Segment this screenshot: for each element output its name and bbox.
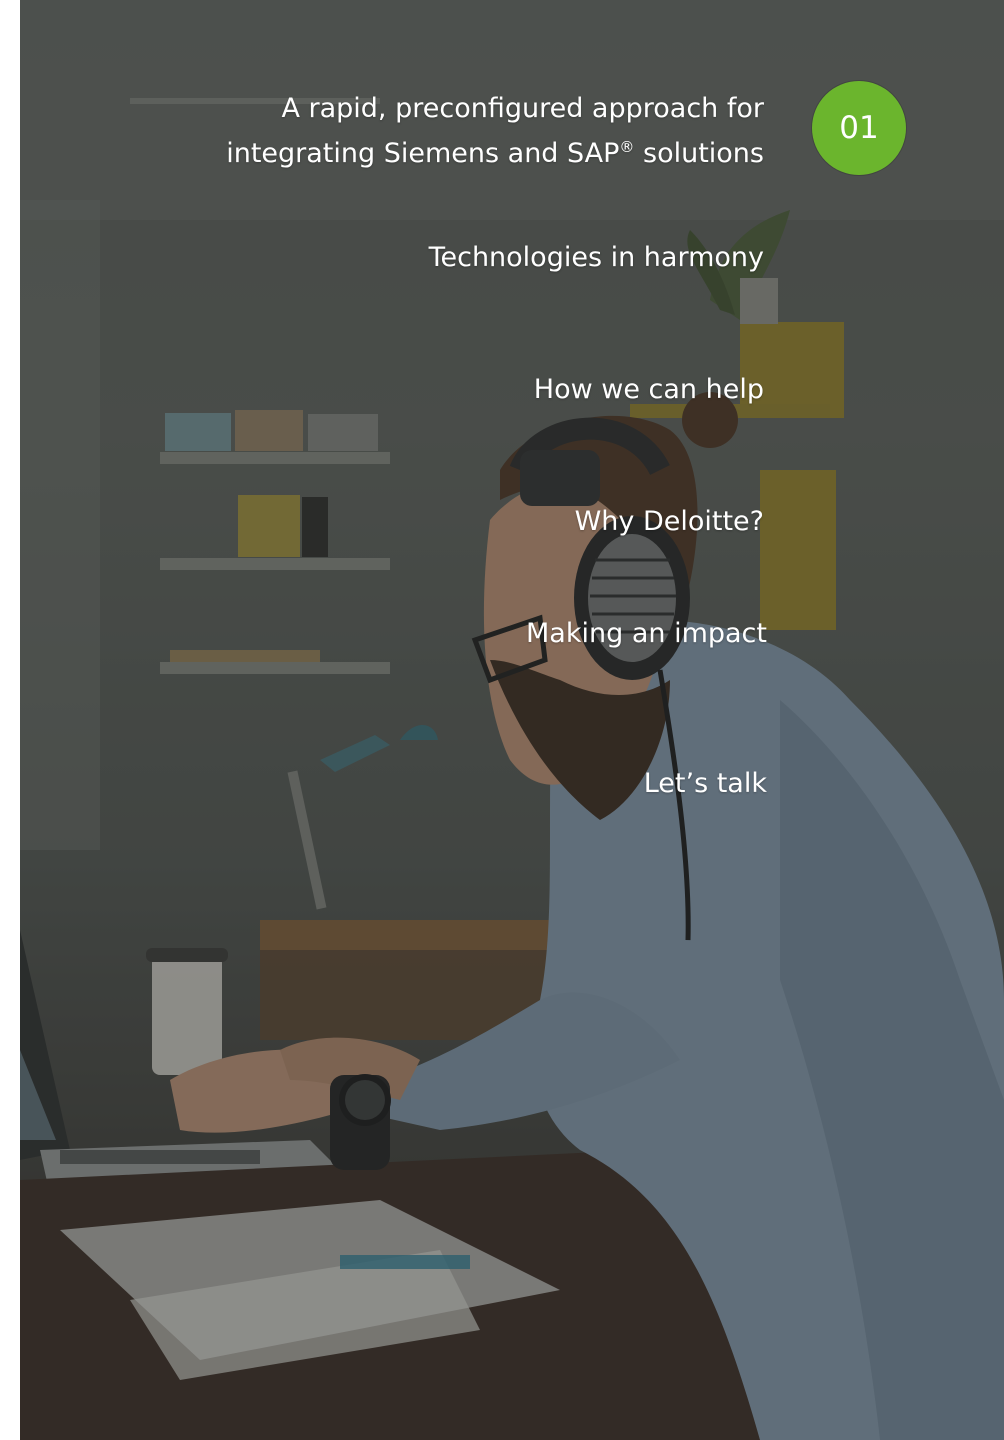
nav-item-why-deloitte[interactable]: Why Deloitte? (575, 503, 764, 541)
nav-item-how-we-can-help[interactable]: How we can help (534, 371, 764, 409)
nav-item-label-line-1: A rapid, preconfigured approach for (281, 93, 764, 124)
page-container: A rapid, preconfigured approach for inte… (20, 0, 1004, 1440)
nav-item-label-line-2-end: solutions (634, 138, 764, 169)
registered-mark: ® (619, 138, 635, 156)
nav-item-label-line-2-text: integrating Siemens and SAP (226, 138, 620, 169)
section-number: 01 (839, 110, 879, 146)
nav-item-label-line-2: integrating Siemens and SAP® solutions (204, 128, 764, 173)
nav-item-making-an-impact[interactable]: Making an impact (526, 615, 767, 653)
nav-item-technologies-in-harmony[interactable]: Technologies in harmony (429, 239, 764, 277)
section-number-badge[interactable]: 01 (812, 81, 906, 175)
nav-item-rapid-approach[interactable]: A rapid, preconfigured approach for inte… (204, 90, 764, 173)
section-navigation: A rapid, preconfigured approach for inte… (20, 0, 1004, 1440)
nav-item-lets-talk[interactable]: Let’s talk (644, 765, 767, 803)
